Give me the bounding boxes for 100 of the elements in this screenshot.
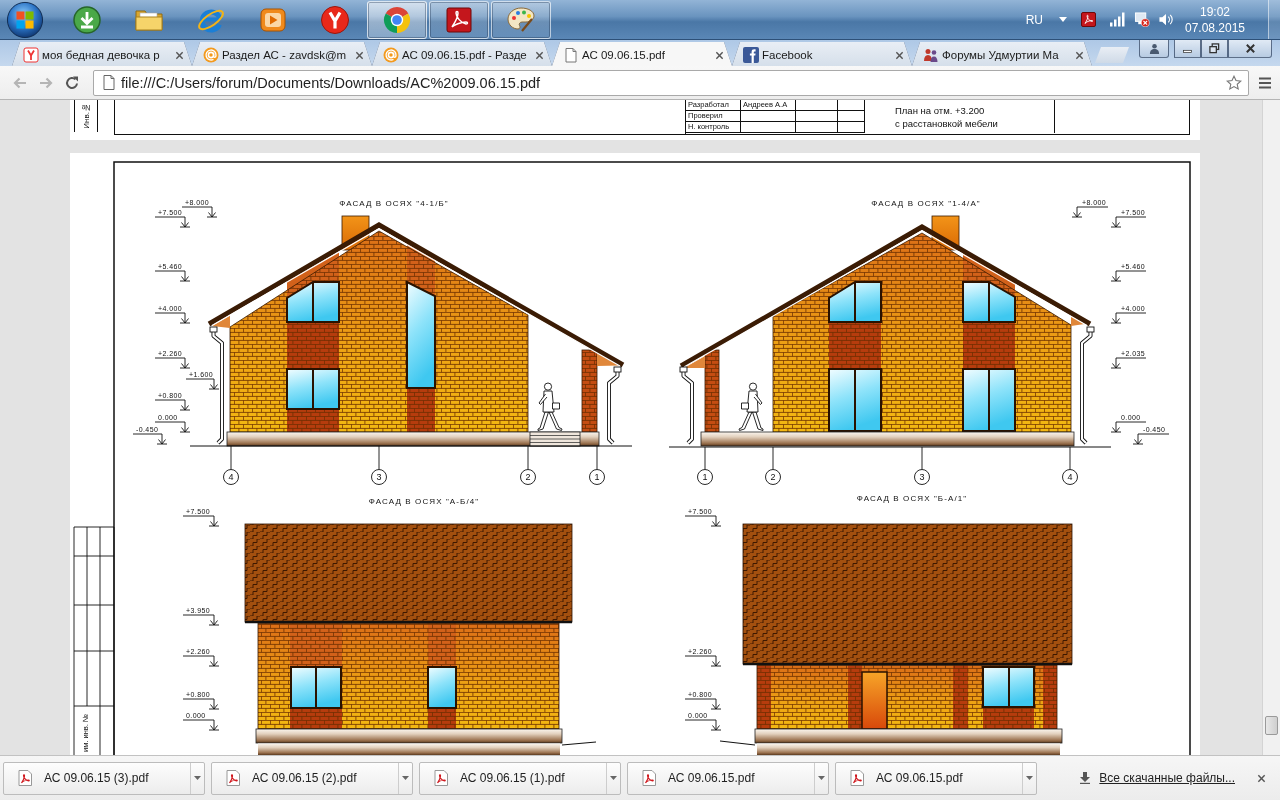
axis-label: 3 [376,472,382,483]
address-bar[interactable]: file:///C:/Users/forum/Documents/Downloads/AC%2009.06.15.pdf [93,69,1249,96]
download-item[interactable]: АС 09.06.15 (2).pdf [212,762,398,794]
caret-icon [1026,776,1033,780]
menu-icon [1257,74,1273,91]
elevation-mark [182,614,220,626]
profile-button[interactable] [1139,40,1169,58]
speaker-icon[interactable] [1158,12,1174,27]
reload-icon [64,74,80,91]
minimize-button[interactable] [1174,40,1201,58]
pdf-logo-icon [444,4,474,35]
axis-label: 1 [594,472,600,483]
axis-label: 2 [525,472,531,483]
y-logo-icon [320,4,350,35]
download-menu-button[interactable] [190,762,204,794]
download-item[interactable]: АС 09.06.15 (1).pdf [420,762,606,794]
axis-marker [1062,446,1078,485]
elevation-mark [154,270,191,282]
browser-tab[interactable]: моя бедная девочка р [12,42,192,66]
download-menu-button[interactable] [398,762,412,794]
browser-tab[interactable]: Facebook [732,42,912,66]
taskbar-button[interactable] [367,0,427,39]
scrollbar-thumb[interactable] [1265,716,1278,735]
sheet-title: с расстановкой мебели [895,117,999,129]
network-error-icon[interactable] [1134,12,1150,27]
download-menu-button[interactable] [1022,762,1036,794]
ground-line [561,741,597,746]
pdf-file-icon [850,770,864,786]
download-menu-button[interactable] [606,762,620,794]
close-button[interactable] [1228,40,1272,58]
sheet-title: План на отм. +3.200 [895,104,986,116]
close-icon[interactable] [175,50,184,60]
maximize-button[interactable] [1201,40,1228,58]
axis-marker [589,445,605,485]
elevation-mark [1071,206,1109,218]
scrollbar[interactable] [1262,100,1280,755]
window [290,666,342,709]
caret-icon [194,776,201,780]
close-icon[interactable] [1075,50,1084,60]
clock-date: 07.08.2015 [1184,19,1246,36]
browser-tab[interactable]: АС 09.06.15.pdf [552,42,732,66]
elevation-mark [154,216,191,228]
download-item[interactable]: АС 09.06.15.pdf [628,762,814,794]
browser-tab[interactable]: Раздел АС - zavdsk@m [192,42,372,66]
close-icon[interactable] [355,50,364,60]
download-icon [72,4,102,35]
axis-marker [914,446,930,485]
axis-marker [520,445,536,485]
language-indicator[interactable]: RU [1025,12,1043,27]
download-item[interactable]: АС 09.06.15.pdf [836,762,1022,794]
elevation-mark [182,719,220,731]
close-icon[interactable] [895,50,904,60]
download-menu-button[interactable] [814,762,828,794]
person-figure [738,382,764,431]
facade-title: ФАСАД В ОСЯХ "А-Б/4" [368,497,480,506]
axis-label: 4 [1067,472,1073,483]
show-all-downloads-link[interactable]: Все скачанные файлы... [1099,771,1235,785]
download-item[interactable]: АС 09.06.15 (3).pdf [4,762,190,794]
axis-label: 3 [919,472,925,483]
date-cell [838,100,865,111]
window [828,281,882,323]
taskbar-button[interactable] [491,0,551,39]
signal-bars-icon[interactable] [1110,12,1126,27]
close-icon[interactable] [1257,773,1266,783]
elevation-mark [182,515,220,527]
download-arrow-icon [1080,772,1091,784]
browser-tab[interactable]: Форумы Удмуртии Ма [912,42,1092,66]
close-icon[interactable] [715,50,724,60]
window [962,281,1016,323]
pdf-file-icon [434,770,448,786]
window [286,281,340,323]
window [427,666,457,709]
glass-door [962,368,1016,432]
browser-tab[interactable]: АС 09.06.15.pdf - Разде [372,42,552,66]
person-icon [1148,43,1160,54]
glass-door [828,368,882,432]
caret-icon [610,776,617,780]
pdf-logo-icon[interactable] [1081,12,1096,27]
elevation-mark [185,378,220,390]
start-button[interactable] [5,0,45,40]
elevation-mark [182,655,220,667]
person-figure [537,382,563,431]
elevation-mark [684,698,722,710]
elevation-mark [1110,312,1147,324]
elevation-mark [1110,216,1147,228]
axis-marker [765,446,781,485]
people-icon [923,47,939,63]
taskbar-button[interactable] [429,0,489,39]
stamp-label: Инв.№ [81,103,91,129]
ground-line [719,740,756,746]
bookmark-star-icon[interactable] [1226,74,1242,91]
door [861,671,888,730]
axis-label: 2 [770,472,776,483]
close-icon[interactable] [535,50,544,60]
pdf-file-icon [18,770,32,786]
axis-label: 1 [702,472,708,483]
elevation-mark [154,357,191,369]
start-orb-icon [6,0,44,39]
caret-icon[interactable] [1059,17,1067,22]
signature-cell [796,100,838,111]
